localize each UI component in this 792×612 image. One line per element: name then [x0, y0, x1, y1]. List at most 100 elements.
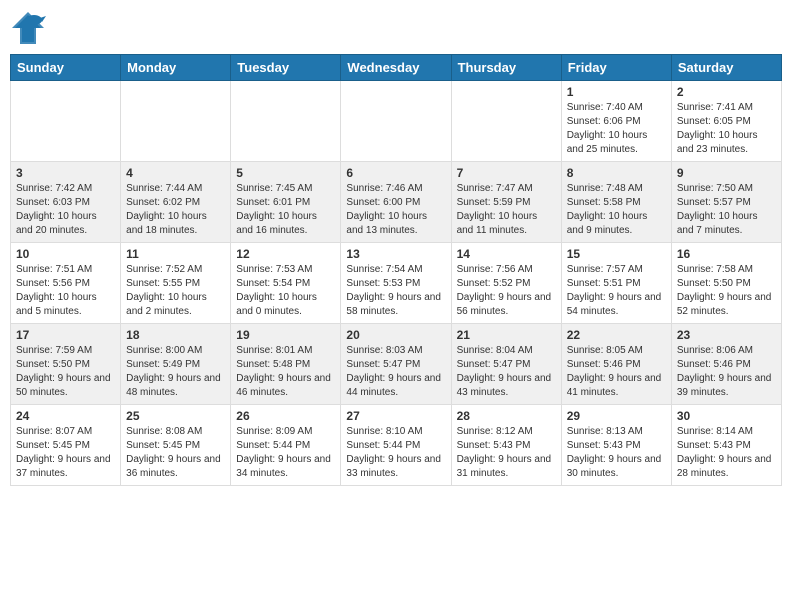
- day-number: 3: [16, 166, 115, 180]
- day-info: Sunrise: 7:52 AM Sunset: 5:55 PM Dayligh…: [126, 263, 225, 319]
- day-number: 6: [346, 166, 445, 180]
- day-info: Sunrise: 8:07 AM Sunset: 5:45 PM Dayligh…: [16, 425, 115, 481]
- calendar-cell: 3 Sunrise: 7:42 AM Sunset: 6:03 PM Daylig…: [11, 162, 121, 243]
- calendar-week-row: 10Sunrise: 7:51 AM Sunset: 5:56 PM Dayli…: [11, 243, 782, 324]
- day-number: 28: [457, 409, 556, 423]
- calendar-cell: 2 Sunrise: 7:41 AM Sunset: 6:05 PM Daylig…: [671, 81, 781, 162]
- calendar-cell: 19 Sunrise: 8:01 AM Sunset: 5:48 PM Dayli…: [231, 324, 341, 405]
- day-info: Sunrise: 7:53 AM Sunset: 5:54 PM Dayligh…: [236, 263, 335, 319]
- calendar-header-row: SundayMondayTuesdayWednesdayThursdayFrid…: [11, 55, 782, 81]
- day-info: Sunrise: 8:08 AM Sunset: 5:45 PM Dayligh…: [126, 425, 225, 481]
- day-info: Sunrise: 7:46 AM Sunset: 6:00 PM Dayligh…: [346, 182, 445, 238]
- calendar-cell: 13 Sunrise: 7:54 AM Sunset: 5:53 PM Dayli…: [341, 243, 451, 324]
- calendar-cell: 16Sunrise: 7:58 AM Sunset: 5:50 PM Dayli…: [671, 243, 781, 324]
- day-number: 23: [677, 328, 776, 342]
- calendar-cell: 22 Sunrise: 8:05 AM Sunset: 5:46 PM Dayli…: [561, 324, 671, 405]
- day-number: 19: [236, 328, 335, 342]
- day-number: 21: [457, 328, 556, 342]
- day-info: Sunrise: 7:57 AM Sunset: 5:51 PM Dayligh…: [567, 263, 666, 319]
- calendar-table: SundayMondayTuesdayWednesdayThursdayFrid…: [10, 54, 782, 486]
- calendar-cell: 25 Sunrise: 8:08 AM Sunset: 5:45 PM Dayli…: [121, 405, 231, 486]
- day-number: 13: [346, 247, 445, 261]
- day-of-week-header: Saturday: [671, 55, 781, 81]
- calendar-week-row: 3 Sunrise: 7:42 AM Sunset: 6:03 PM Daylig…: [11, 162, 782, 243]
- day-of-week-header: Friday: [561, 55, 671, 81]
- day-info: Sunrise: 7:42 AM Sunset: 6:03 PM Dayligh…: [16, 182, 115, 238]
- calendar-cell: 15 Sunrise: 7:57 AM Sunset: 5:51 PM Dayli…: [561, 243, 671, 324]
- day-info: Sunrise: 8:04 AM Sunset: 5:47 PM Dayligh…: [457, 344, 556, 400]
- day-of-week-header: Monday: [121, 55, 231, 81]
- day-info: Sunrise: 7:44 AM Sunset: 6:02 PM Dayligh…: [126, 182, 225, 238]
- day-number: 11: [126, 247, 225, 261]
- calendar-cell: 29 Sunrise: 8:13 AM Sunset: 5:43 PM Dayli…: [561, 405, 671, 486]
- calendar-cell: 23 Sunrise: 8:06 AM Sunset: 5:46 PM Dayli…: [671, 324, 781, 405]
- calendar-cell: 8Sunrise: 7:48 AM Sunset: 5:58 PM Daylig…: [561, 162, 671, 243]
- calendar-cell: 17Sunrise: 7:59 AM Sunset: 5:50 PM Dayli…: [11, 324, 121, 405]
- calendar-week-row: 17Sunrise: 7:59 AM Sunset: 5:50 PM Dayli…: [11, 324, 782, 405]
- calendar-cell: 28 Sunrise: 8:12 AM Sunset: 5:43 PM Dayli…: [451, 405, 561, 486]
- calendar-cell: [341, 81, 451, 162]
- calendar-cell: [121, 81, 231, 162]
- calendar-week-row: 24Sunrise: 8:07 AM Sunset: 5:45 PM Dayli…: [11, 405, 782, 486]
- calendar-cell: 6 Sunrise: 7:46 AM Sunset: 6:00 PM Daylig…: [341, 162, 451, 243]
- calendar-cell: 7 Sunrise: 7:47 AM Sunset: 5:59 PM Daylig…: [451, 162, 561, 243]
- day-number: 2: [677, 85, 776, 99]
- calendar-cell: 12Sunrise: 7:53 AM Sunset: 5:54 PM Dayli…: [231, 243, 341, 324]
- day-info: Sunrise: 7:56 AM Sunset: 5:52 PM Dayligh…: [457, 263, 556, 319]
- calendar-cell: 4 Sunrise: 7:44 AM Sunset: 6:02 PM Daylig…: [121, 162, 231, 243]
- day-number: 4: [126, 166, 225, 180]
- day-number: 22: [567, 328, 666, 342]
- day-info: Sunrise: 8:09 AM Sunset: 5:44 PM Dayligh…: [236, 425, 335, 481]
- day-info: Sunrise: 7:41 AM Sunset: 6:05 PM Dayligh…: [677, 101, 776, 157]
- day-info: Sunrise: 7:40 AM Sunset: 6:06 PM Dayligh…: [567, 101, 666, 157]
- day-info: Sunrise: 7:58 AM Sunset: 5:50 PM Dayligh…: [677, 263, 776, 319]
- day-info: Sunrise: 8:12 AM Sunset: 5:43 PM Dayligh…: [457, 425, 556, 481]
- day-number: 9: [677, 166, 776, 180]
- calendar-cell: 9 Sunrise: 7:50 AM Sunset: 5:57 PM Daylig…: [671, 162, 781, 243]
- calendar-cell: 5 Sunrise: 7:45 AM Sunset: 6:01 PM Daylig…: [231, 162, 341, 243]
- day-number: 5: [236, 166, 335, 180]
- day-number: 15: [567, 247, 666, 261]
- day-number: 30: [677, 409, 776, 423]
- day-of-week-header: Sunday: [11, 55, 121, 81]
- day-number: 18: [126, 328, 225, 342]
- calendar-cell: 11 Sunrise: 7:52 AM Sunset: 5:55 PM Dayli…: [121, 243, 231, 324]
- day-info: Sunrise: 7:54 AM Sunset: 5:53 PM Dayligh…: [346, 263, 445, 319]
- day-info: Sunrise: 8:10 AM Sunset: 5:44 PM Dayligh…: [346, 425, 445, 481]
- day-of-week-header: Tuesday: [231, 55, 341, 81]
- day-number: 17: [16, 328, 115, 342]
- day-number: 7: [457, 166, 556, 180]
- logo-bird-icon: [10, 10, 46, 46]
- day-number: 14: [457, 247, 556, 261]
- day-info: Sunrise: 8:13 AM Sunset: 5:43 PM Dayligh…: [567, 425, 666, 481]
- calendar-cell: [451, 81, 561, 162]
- calendar-cell: 24Sunrise: 8:07 AM Sunset: 5:45 PM Dayli…: [11, 405, 121, 486]
- day-number: 1: [567, 85, 666, 99]
- day-number: 20: [346, 328, 445, 342]
- calendar-cell: 14 Sunrise: 7:56 AM Sunset: 5:52 PM Dayli…: [451, 243, 561, 324]
- day-info: Sunrise: 8:14 AM Sunset: 5:43 PM Dayligh…: [677, 425, 776, 481]
- day-of-week-header: Wednesday: [341, 55, 451, 81]
- calendar-cell: [11, 81, 121, 162]
- day-info: Sunrise: 7:47 AM Sunset: 5:59 PM Dayligh…: [457, 182, 556, 238]
- calendar-cell: [231, 81, 341, 162]
- day-number: 29: [567, 409, 666, 423]
- day-info: Sunrise: 7:50 AM Sunset: 5:57 PM Dayligh…: [677, 182, 776, 238]
- day-info: Sunrise: 8:03 AM Sunset: 5:47 PM Dayligh…: [346, 344, 445, 400]
- calendar-cell: 26Sunrise: 8:09 AM Sunset: 5:44 PM Dayli…: [231, 405, 341, 486]
- day-info: Sunrise: 7:51 AM Sunset: 5:56 PM Dayligh…: [16, 263, 115, 319]
- calendar-cell: 20 Sunrise: 8:03 AM Sunset: 5:47 PM Dayli…: [341, 324, 451, 405]
- day-info: Sunrise: 8:00 AM Sunset: 5:49 PM Dayligh…: [126, 344, 225, 400]
- page-header: [10, 10, 782, 46]
- day-info: Sunrise: 8:05 AM Sunset: 5:46 PM Dayligh…: [567, 344, 666, 400]
- day-info: Sunrise: 7:45 AM Sunset: 6:01 PM Dayligh…: [236, 182, 335, 238]
- day-number: 25: [126, 409, 225, 423]
- calendar-cell: 21 Sunrise: 8:04 AM Sunset: 5:47 PM Dayli…: [451, 324, 561, 405]
- day-info: Sunrise: 8:06 AM Sunset: 5:46 PM Dayligh…: [677, 344, 776, 400]
- calendar-cell: 1 Sunrise: 7:40 AM Sunset: 6:06 PM Daylig…: [561, 81, 671, 162]
- day-info: Sunrise: 8:01 AM Sunset: 5:48 PM Dayligh…: [236, 344, 335, 400]
- calendar-cell: 18 Sunrise: 8:00 AM Sunset: 5:49 PM Dayli…: [121, 324, 231, 405]
- day-of-week-header: Thursday: [451, 55, 561, 81]
- logo: [10, 10, 46, 46]
- day-number: 8: [567, 166, 666, 180]
